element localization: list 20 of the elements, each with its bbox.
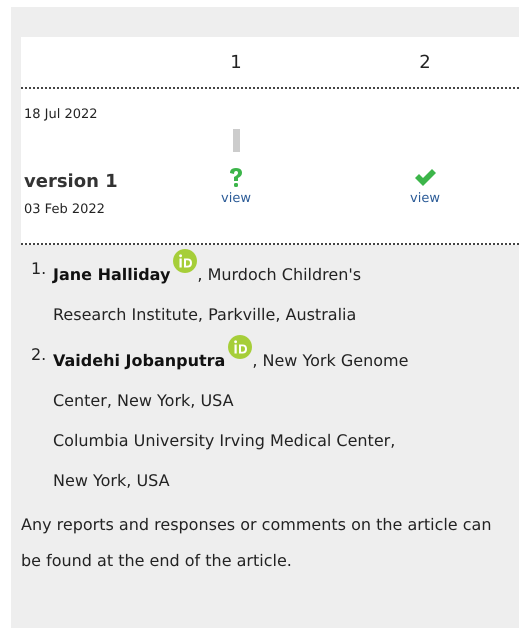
- author-name: Jane Halliday: [53, 265, 170, 284]
- version-title: version 1: [24, 171, 119, 192]
- question-mark-icon: [228, 166, 244, 188]
- list-number: 1.: [31, 258, 48, 280]
- affiliation: New York, USA: [53, 470, 171, 492]
- list-number: 2.: [31, 344, 48, 366]
- affiliation: Research Institute, Parkville, Australia: [53, 304, 358, 326]
- affiliation: Columbia University Irving Medical Center,: [53, 430, 396, 452]
- view-link[interactable]: view: [410, 191, 440, 206]
- affiliation: , New York Genome: [252, 351, 408, 370]
- note-text: Any reports and responses or comments on the article can be found at the end of the article.: [21, 514, 492, 572]
- version-date: 03 Feb 2022: [24, 202, 106, 217]
- affiliation: Center, New York, USA: [53, 390, 235, 412]
- author-name: Vaidehi Jobanputra: [53, 351, 226, 370]
- checkmark-icon: [414, 168, 436, 186]
- revision-date: 18 Jul 2022: [24, 107, 98, 122]
- affiliation: , Murdoch Children's: [197, 265, 362, 284]
- view-link[interactable]: view: [221, 191, 251, 206]
- reviewer-number: 2: [419, 52, 431, 72]
- reviewer-number: 1: [230, 52, 242, 72]
